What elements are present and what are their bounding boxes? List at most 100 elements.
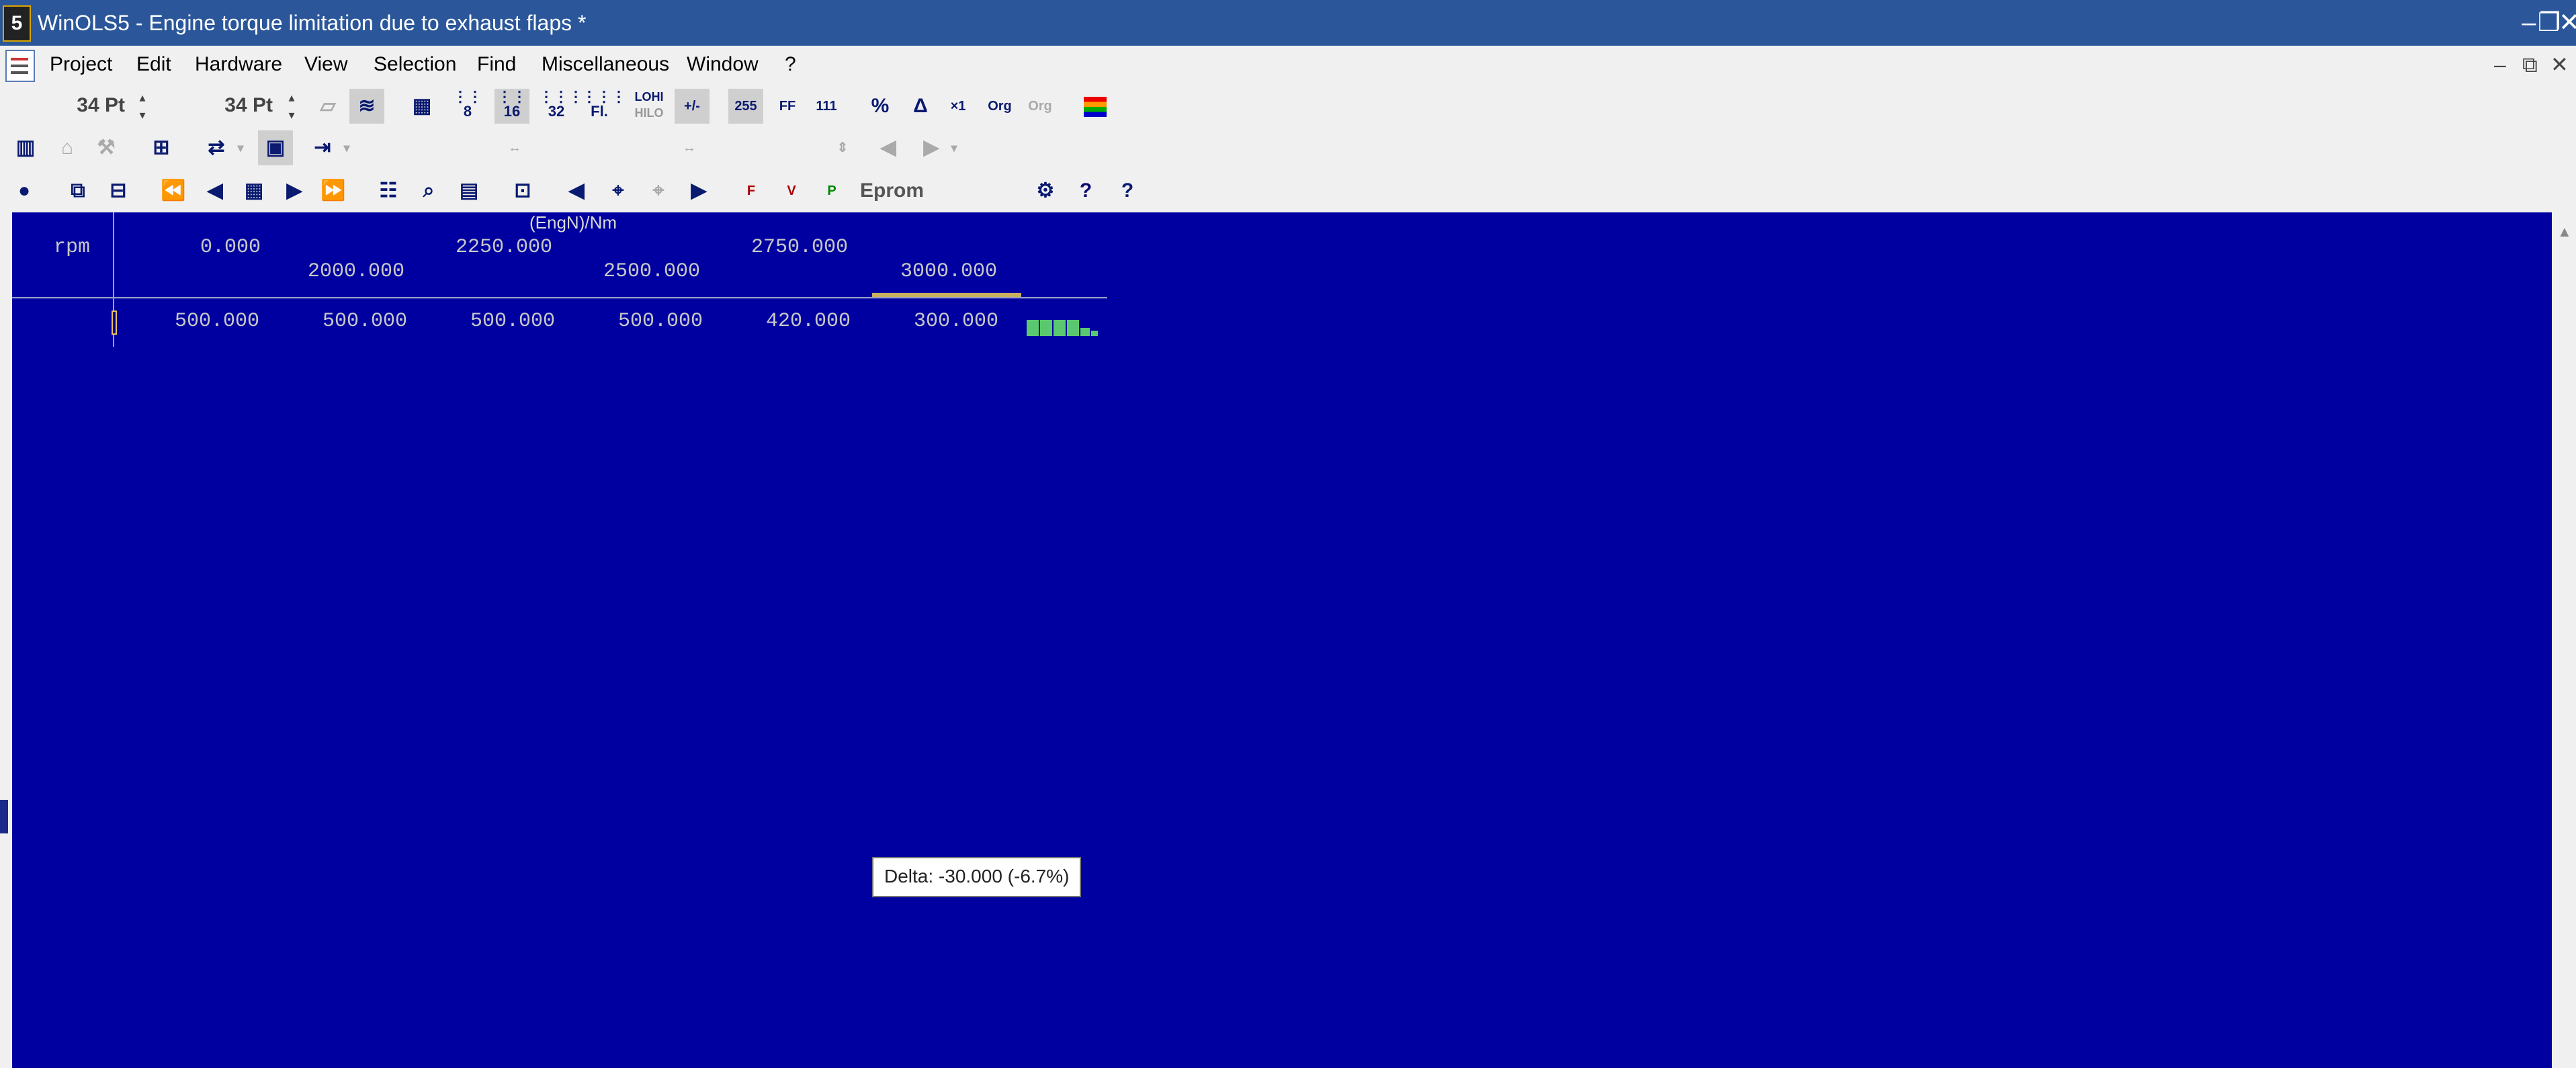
original-view-button[interactable]: Org [982,89,1017,124]
f-button[interactable]: F [734,173,769,208]
vertical-scrollbar[interactable]: ▲ [2552,212,2576,1068]
help-icon[interactable]: ? [1068,173,1103,208]
close-icon[interactable]: ✕ [2556,5,2576,40]
menu-edit[interactable]: Edit [136,51,171,78]
menu-hardware[interactable]: Hardware [195,51,282,78]
width-32bit-button[interactable]: ⋮⋮⋮ 32 [539,89,583,124]
value-histogram-bar [1067,320,1079,336]
title-bar: 5 WinOLS5 - Engine torque limitation due… [0,0,2576,46]
align-icon[interactable]: ⇥ [305,130,340,165]
decimal-view-button[interactable]: 255 [728,89,763,124]
menu-project[interactable]: Project [50,51,112,78]
map-tools-icon[interactable]: ⚒ [89,130,124,165]
delta-view-button[interactable]: Δ [903,89,938,124]
signed-toggle-button[interactable]: +/- [675,89,710,124]
spinner-arrows-icon[interactable]: ▴ ▾ [284,89,300,124]
scroll-up-icon[interactable]: ▲ [2557,223,2572,241]
percent-view-button[interactable]: % [863,89,898,124]
map-window-icon[interactable]: ▣ [258,130,293,165]
map-cell[interactable]: 300.000 [914,309,998,333]
map-cell[interactable]: 500.000 [323,309,407,333]
import-export-icon[interactable]: ⇄ [199,130,234,165]
x-axis-value: 0.000 [200,236,261,259]
previous-icon[interactable]: ◀ [559,173,594,208]
winols-app-icon[interactable]: 5 [3,5,31,42]
chevron-down-icon[interactable]: ▾ [339,130,355,165]
menu-find[interactable]: Find [477,51,516,78]
connect-icon[interactable]: ● [7,173,42,208]
menu-help[interactable]: ? [785,51,796,78]
x-axis-value: 2500.000 [603,260,701,283]
map-edit-icon[interactable]: ⌂ [50,130,85,165]
width-float-button[interactable]: ⋮⋮⋮ Fl. [582,89,626,124]
left-panel-grip[interactable] [0,800,8,833]
mdi-minimize-icon[interactable]: – [2494,52,2506,77]
value-stepper-icon[interactable]: ⇕ [825,130,860,165]
previous-page-icon[interactable]: ◀ [198,173,232,208]
search-next-icon[interactable]: ⌖ [641,173,676,208]
x-axis-value: 2750.000 [751,236,849,259]
spinner-arrows-icon[interactable]: ▴ ▾ [134,89,151,124]
context-help-icon[interactable]: ? [1110,173,1145,208]
width-16bit-button[interactable]: ⋮⋮ 16 [495,89,529,124]
document-icon[interactable] [5,50,35,82]
map-cell[interactable]: 500.000 [175,309,259,333]
hex-grid-icon[interactable]: ▦ [404,89,439,124]
toolbar-format: 34 Pt ▴ ▾ 34 Pt ▴ ▾ ▱ ≋ ▦ ⋮⋮ 8 ⋮⋮ 16 ⋮⋮⋮ 32 ⋮… [0,85,2576,128]
v-button[interactable]: V [774,173,809,208]
hex-view-button[interactable]: FF [770,89,805,124]
value-histogram-bar [1091,331,1098,336]
menu-selection[interactable]: Selection [374,51,456,78]
step-stepper-icon[interactable]: ↔ [497,130,532,165]
map-list-icon[interactable]: ▥ [8,130,43,165]
menu-miscellaneous[interactable]: Miscellaneous [542,51,669,78]
original-diff-button[interactable]: Org [1023,89,1058,124]
byte-order-button[interactable]: LOHI HILO [632,89,667,124]
x-axis-value: 2000.000 [308,260,405,283]
search-binoculars-icon[interactable]: ⌖ [601,173,636,208]
map-cell[interactable]: 500.000 [618,309,703,333]
map-frame-icon[interactable]: ⊡ [505,173,540,208]
eprom-label: Eprom [860,179,925,202]
map-editor[interactable]: (EngN)/Nm rpm 0.000 2250.000 2750.000 20… [12,212,2552,1068]
tree-view-icon[interactable]: ☷ [371,173,406,208]
window-title: WinOLS5 - Engine torque limitation due t… [38,11,587,35]
first-page-icon[interactable]: ⏪ [156,173,191,208]
map-cell[interactable]: 500.000 [470,309,555,333]
axis-unit-label: (EngN)/Nm [529,212,617,233]
factor-view-button[interactable]: ×1 [941,89,976,124]
value-histogram-bar [1054,320,1066,336]
p-button[interactable]: P [814,173,849,208]
window-icon[interactable]: ⧉ [60,173,95,208]
map-cell[interactable]: 420.000 [766,309,851,333]
mdi-close-icon[interactable]: ✕ [2550,52,2569,77]
menu-view[interactable]: View [304,51,347,78]
value-histogram-bar [1027,320,1039,336]
menu-window[interactable]: Window [687,51,759,78]
map-properties-icon[interactable]: ⊞ [144,130,179,165]
width-8bit-button[interactable]: ⋮⋮ 8 [450,89,485,124]
text-view-icon[interactable]: ▱ [310,89,345,124]
offset-stepper-icon[interactable]: ↔ [672,130,707,165]
color-palette-icon[interactable] [1078,89,1113,124]
chevron-down-icon[interactable]: ▾ [946,130,962,165]
window-split-icon[interactable]: ⊟ [101,173,136,208]
last-page-icon[interactable]: ⏩ [316,173,351,208]
font-size-spinner-2[interactable]: 34 Pt [175,90,273,121]
chevron-down-icon[interactable]: ▾ [232,130,249,165]
row-axis-label: rpm [54,236,91,259]
next-page-icon[interactable]: ▶ [277,173,312,208]
find-in-list-icon[interactable]: ⌕ [411,173,446,208]
binary-view-button[interactable]: 111 [809,89,844,124]
settings-gear-icon[interactable]: ⚙ [1028,173,1063,208]
value-histogram-bar [1040,320,1052,336]
previous-map-icon[interactable]: ◀ [871,130,906,165]
x-axis-value: 2250.000 [456,236,553,259]
mdi-restore-icon[interactable]: ⧉ [2522,52,2538,77]
graph-view-icon[interactable]: ≋ [349,89,384,124]
next-map-icon[interactable]: ▶ [914,130,949,165]
font-size-spinner-1[interactable]: 34 Pt [27,90,125,121]
next-icon[interactable]: ▶ [681,173,716,208]
table-icon[interactable]: ▦ [237,173,271,208]
note-icon[interactable]: ▤ [452,173,486,208]
